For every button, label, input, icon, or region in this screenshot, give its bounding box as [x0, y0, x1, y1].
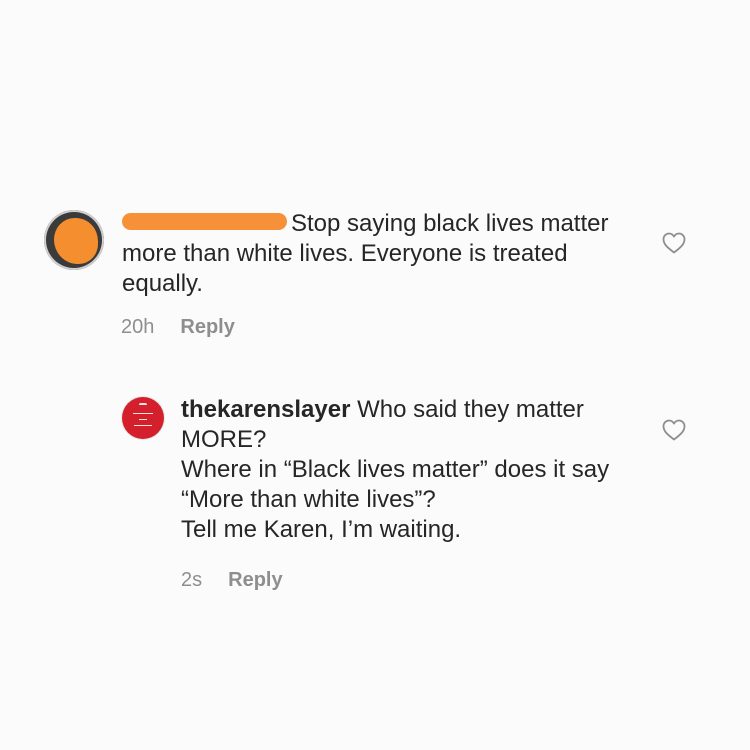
redacted-avatar-overlay [54, 218, 98, 264]
reply-button[interactable]: Reply [180, 316, 234, 338]
heart-outline-icon[interactable] [662, 232, 686, 254]
avatar-detail [133, 413, 153, 414]
comment-username[interactable]: thekarenslayer [181, 396, 350, 423]
avatar-detail [139, 419, 147, 420]
comment-body: Stop saying black lives matter more than… [122, 209, 642, 299]
comment-time: 20h [121, 316, 155, 338]
avatar-detail [134, 425, 152, 426]
heart-outline-icon[interactable] [662, 419, 686, 441]
crown-icon [139, 403, 147, 410]
redacted-username [122, 213, 287, 230]
avatar[interactable] [44, 210, 104, 270]
comment-meta: 2s Reply [181, 569, 283, 592]
reply-button[interactable]: Reply [228, 569, 282, 591]
avatar[interactable] [122, 397, 164, 439]
comment-time: 2s [181, 569, 203, 591]
comment-meta: 20h Reply [121, 316, 235, 339]
comment-body: thekarenslayer Who said they matter MORE… [181, 395, 651, 545]
